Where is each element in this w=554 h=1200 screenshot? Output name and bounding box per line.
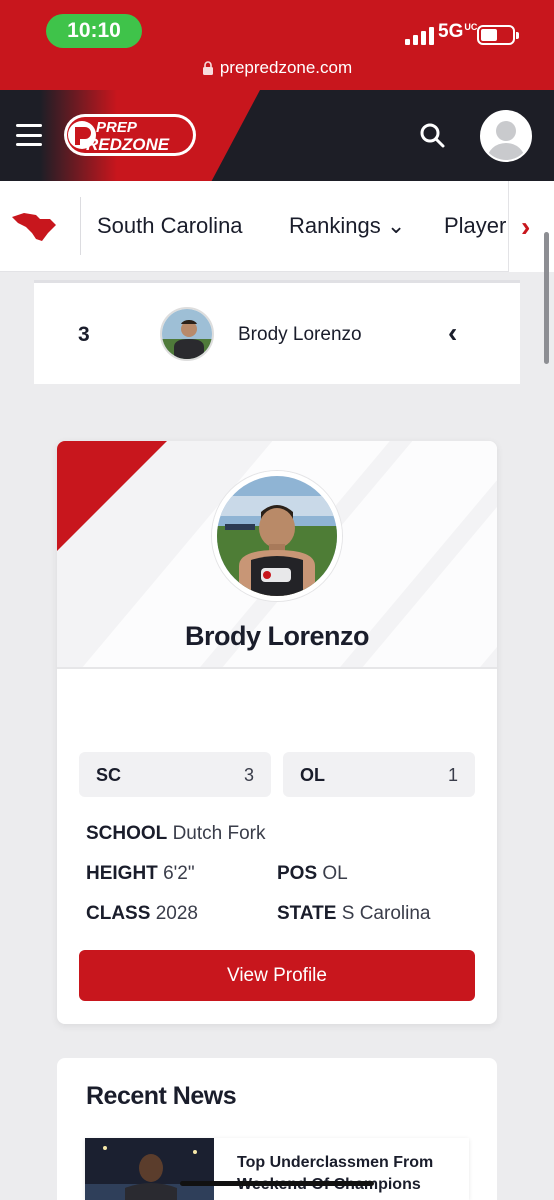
player-thumbnail <box>160 307 214 361</box>
recent-news-card: Recent News Top Underclassmen From Weeke… <box>57 1058 497 1200</box>
rank-number: 3 <box>78 323 90 346</box>
height-label: HEIGHT <box>86 863 158 884</box>
network-type: 5G <box>438 21 464 42</box>
state-rank-value: 3 <box>243 765 254 785</box>
lock-icon <box>202 61 213 75</box>
card-red-corner <box>57 441 167 551</box>
position-rank-label: OL <box>300 765 325 785</box>
player-card-header: Brody Lorenzo <box>57 441 497 669</box>
user-silhouette-icon <box>482 112 530 160</box>
network-sup: UC <box>464 21 478 32</box>
home-indicator[interactable] <box>180 1181 374 1186</box>
battery-icon <box>477 25 519 45</box>
hamburger-icon[interactable] <box>16 124 42 146</box>
url-text: prepredzone.com <box>219 58 353 77</box>
state-label: STATE <box>277 903 337 924</box>
user-avatar-icon[interactable] <box>480 110 532 162</box>
search-icon[interactable] <box>418 121 446 149</box>
url-bar[interactable]: prepredzone.com <box>0 58 554 78</box>
status-bar: 10:10 5GUC prepredzone.com <box>0 0 554 90</box>
class-info: CLASS 2028 <box>86 903 198 925</box>
south-carolina-map-icon[interactable] <box>10 211 58 243</box>
status-time: 10:10 <box>46 14 142 48</box>
logo-line2: REDZONE <box>86 135 170 154</box>
nav-item-players[interactable]: Player <box>444 213 506 239</box>
school-value: Dutch Fork <box>172 823 266 844</box>
state-rank-label: SC <box>96 765 122 785</box>
school-label: SCHOOL <box>86 823 168 844</box>
class-value: 2028 <box>155 903 198 924</box>
position-rank-box: OL 1 <box>283 752 475 797</box>
pos-label: POS <box>277 863 318 884</box>
nav-item-rankings[interactable]: Rankings ⌄ <box>289 213 405 239</box>
state-info: STATE S Carolina <box>277 903 430 925</box>
news-item[interactable]: Top Underclassmen From Weekend Of Champi… <box>85 1138 469 1200</box>
position-rank-value: 1 <box>447 765 458 785</box>
news-thumbnail <box>85 1138 214 1200</box>
collapse-chevron-icon[interactable]: ‹ <box>448 317 457 349</box>
position-info: POS OL <box>277 863 348 885</box>
height-value: 6'2" <box>163 863 195 884</box>
nav-divider <box>80 197 81 255</box>
height-info: HEIGHT 6'2" <box>86 863 195 885</box>
player-photo <box>212 471 342 601</box>
news-headline: Top Underclassmen From Weekend Of Champi… <box>237 1154 434 1193</box>
nav-item-south-carolina[interactable]: South Carolina <box>97 213 243 239</box>
logo-line1: PREP <box>96 119 138 136</box>
state-nav: South Carolina Rankings ⌄ Player › <box>0 181 554 272</box>
player-card: Brody Lorenzo SC 3 OL 1 SCHOOL Dutch For… <box>57 441 497 1024</box>
prep-redzone-logo[interactable]: PREP REDZONE <box>62 112 198 158</box>
pos-value: OL <box>322 863 348 884</box>
view-profile-button[interactable]: View Profile <box>79 950 475 1001</box>
chevron-right-icon: › <box>521 211 531 242</box>
network-label: 5GUC <box>438 21 477 43</box>
class-label: CLASS <box>86 903 151 924</box>
ranking-row[interactable]: 3 Brody Lorenzo ‹ <box>34 280 520 384</box>
signal-icon <box>405 27 434 45</box>
state-value: S Carolina <box>341 903 431 924</box>
player-name: Brody Lorenzo <box>184 621 370 651</box>
scrollbar[interactable] <box>544 232 549 364</box>
rank-player-name: Brody Lorenzo <box>238 324 362 345</box>
school-info: SCHOOL Dutch Fork <box>86 823 265 845</box>
recent-news-title: Recent News <box>86 1082 237 1110</box>
state-rank-box: SC 3 <box>79 752 271 797</box>
